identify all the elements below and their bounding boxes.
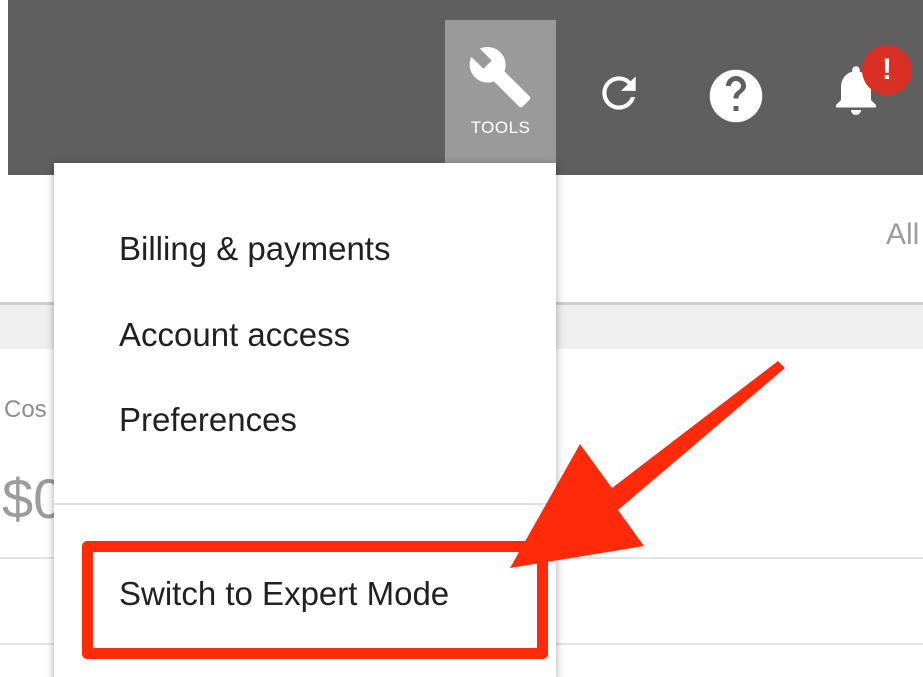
- notification-badge: !: [862, 45, 912, 95]
- cost-label: Cos: [4, 396, 47, 423]
- menu-item-switch-to-expert-mode[interactable]: Switch to Expert Mode: [119, 575, 449, 613]
- tools-label: TOOLS: [470, 118, 531, 137]
- page: TOOLS ! All Cos $0 Billing & payments Ac…: [0, 0, 923, 677]
- filter-all-label[interactable]: All: [886, 218, 919, 252]
- tools-dropdown-menu: Billing & payments Account access Prefer…: [54, 163, 556, 677]
- menu-item-account-access[interactable]: Account access: [119, 316, 350, 354]
- menu-item-billing-payments[interactable]: Billing & payments: [119, 230, 390, 268]
- wrench-icon: [469, 47, 531, 108]
- tools-button[interactable]: TOOLS: [445, 20, 556, 165]
- help-icon[interactable]: [706, 66, 766, 126]
- menu-item-preferences[interactable]: Preferences: [119, 401, 297, 439]
- menu-divider: [54, 503, 556, 505]
- refresh-icon[interactable]: [594, 68, 644, 118]
